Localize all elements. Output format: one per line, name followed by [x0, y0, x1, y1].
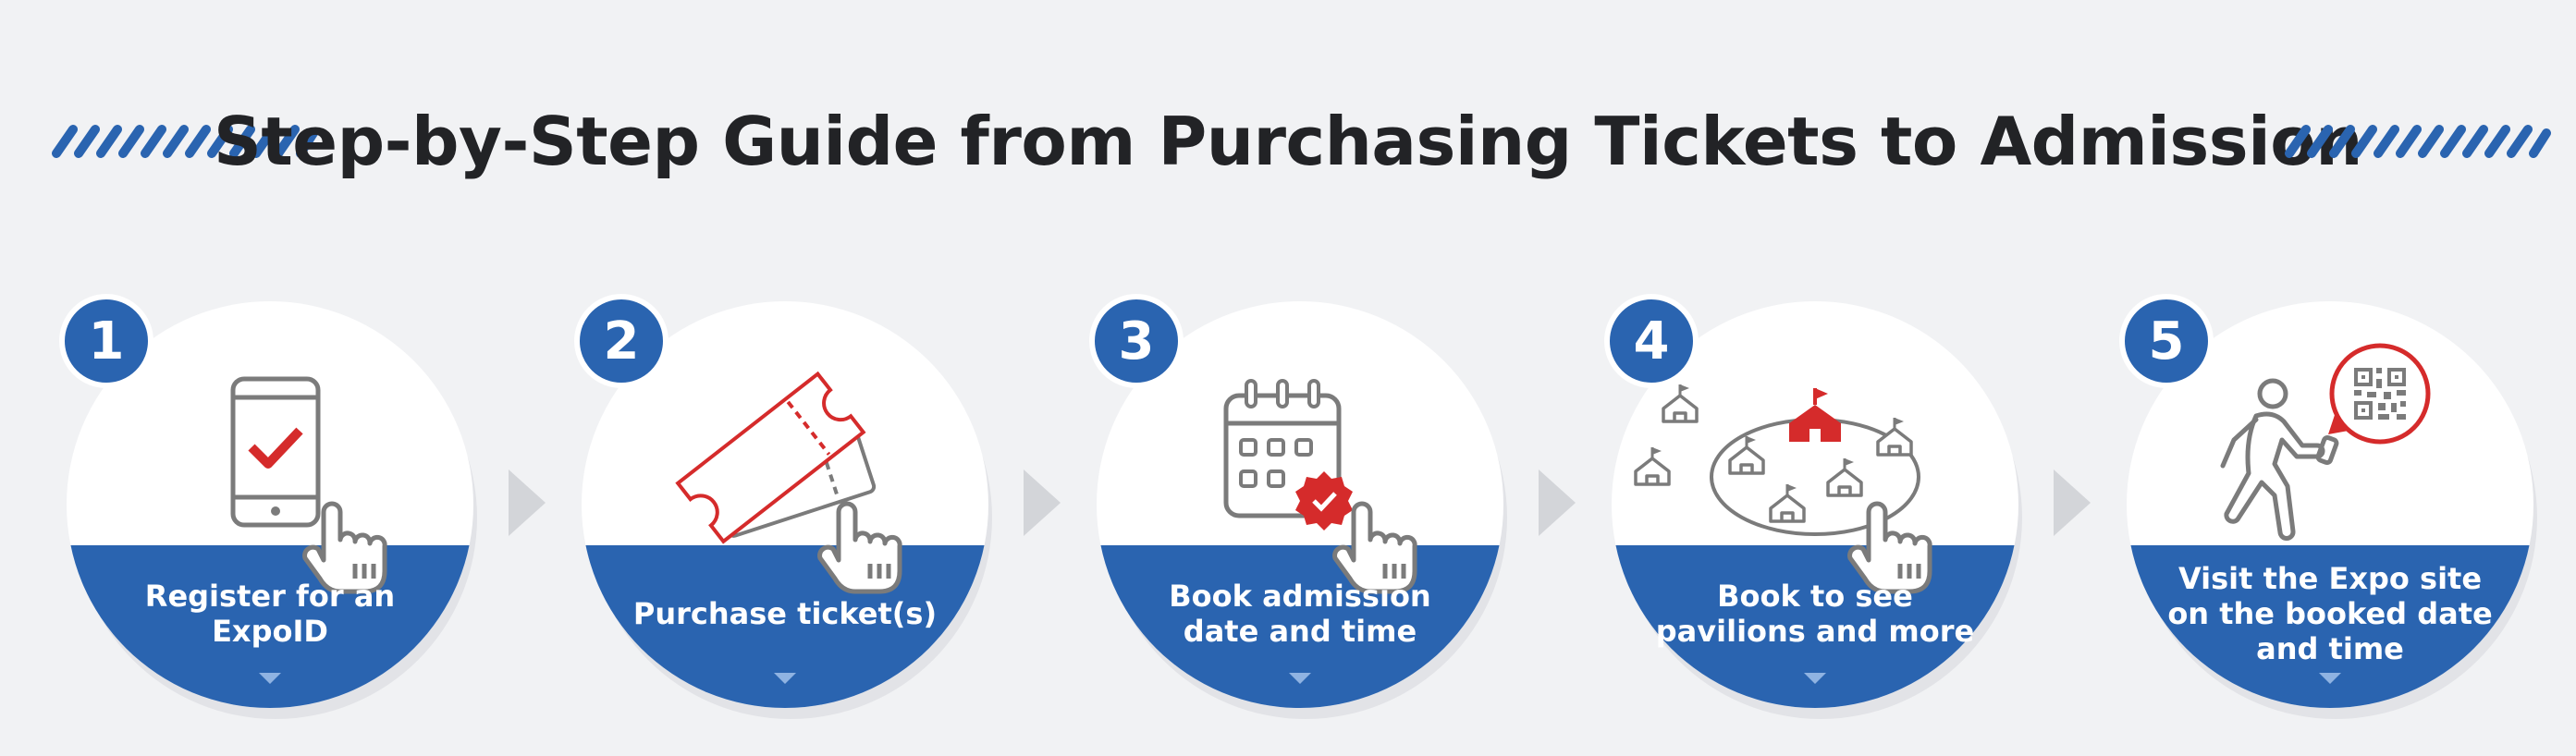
arrow-right-icon [2054, 469, 2091, 540]
chevron-down-icon [2319, 673, 2341, 684]
arrow-right-icon [1024, 469, 1061, 540]
chevron-down-icon [259, 673, 281, 684]
arrow-right-icon [1539, 469, 1576, 540]
arrow-right-icon [509, 469, 546, 540]
step-label: Book to see pavilions and more [1655, 579, 1975, 649]
chevron-down-icon [1289, 673, 1311, 684]
chevron-down-icon [1804, 673, 1826, 684]
step-label: Book admission date and time [1169, 579, 1431, 649]
step-label: Register for an ExpoID [144, 579, 396, 649]
step-4: 4 Book to see pavilions and more [1604, 294, 2035, 725]
step-2: 2 Purchase ticket(s) [574, 294, 1005, 725]
chevron-down-icon [774, 673, 796, 684]
step-number-badge: 2 [574, 294, 669, 388]
step-number-badge: 4 [1604, 294, 1699, 388]
step-number-badge: 3 [1089, 294, 1184, 388]
step-label: Visit the Expo site on the booked date a… [2167, 561, 2493, 666]
step-label: Purchase ticket(s) [632, 596, 938, 631]
guide-header: Step-by-Step Guide from Purchasing Ticke… [0, 100, 2576, 183]
stripes-decoration-right [2285, 125, 2551, 158]
page-title: Step-by-Step Guide from Purchasing Ticke… [213, 103, 2363, 180]
step-1: 1 Register for an ExpoID [59, 294, 490, 725]
step-number-badge: 5 [2119, 294, 2214, 388]
step-3: 3 Book admission date and time [1089, 294, 1520, 725]
step-5: 5 Visit the Expo site on the booked date… [2119, 294, 2550, 725]
step-number-badge: 1 [59, 294, 153, 388]
